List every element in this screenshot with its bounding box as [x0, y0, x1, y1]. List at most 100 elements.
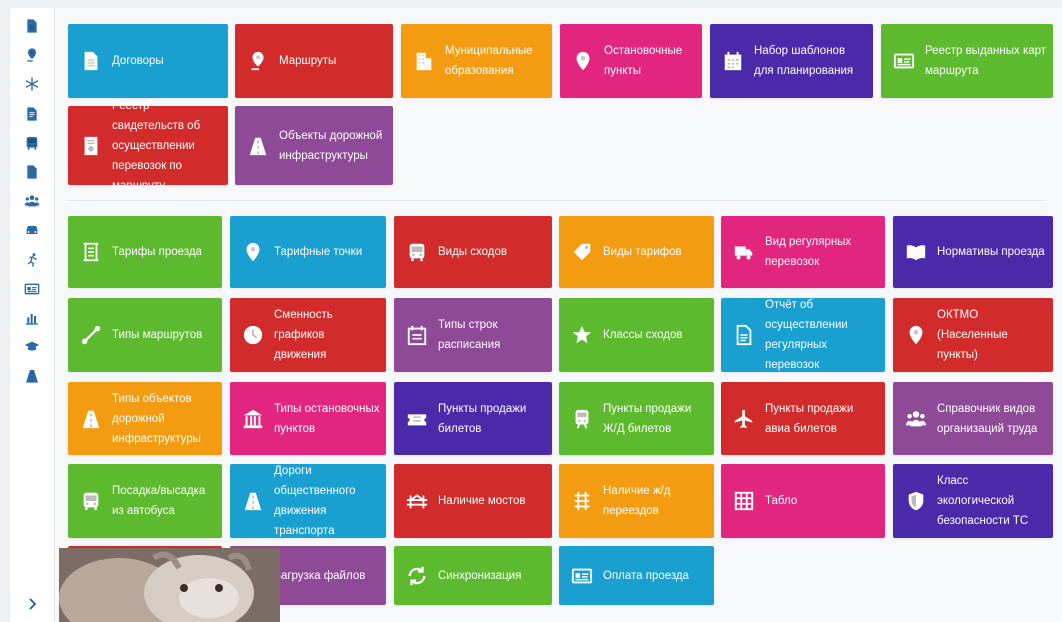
- tile-11[interactable]: Отчёт об осуществлении регулярных перево…: [721, 298, 885, 372]
- tile-label: Договоры: [112, 55, 164, 67]
- tile-label: Наличие мостов: [438, 495, 526, 507]
- tag-icon: [570, 238, 594, 266]
- id-card-icon[interactable]: [22, 279, 42, 299]
- tile-6[interactable]: Нормативы проезда: [893, 216, 1053, 288]
- calendar-list-icon: [405, 321, 429, 349]
- tile-label: Реестр свидетельств об осуществлении пер…: [112, 99, 201, 192]
- tile-12[interactable]: ОКТМО (Населенные пункты): [893, 298, 1053, 372]
- road-icon: [241, 487, 265, 515]
- tile-17[interactable]: Пункты продажи авиа билетов: [721, 382, 885, 455]
- bus-icon[interactable]: [22, 133, 42, 153]
- tile-24[interactable]: Класс экологической безопасности ТС: [893, 464, 1053, 538]
- tile-3[interactable]: Виды сходов: [394, 216, 552, 288]
- tile-label: Классы сходов: [603, 329, 683, 341]
- railway-icon: [570, 487, 594, 515]
- list-document-icon[interactable]: [22, 104, 42, 124]
- id-card-icon: [570, 562, 594, 590]
- grid-icon: [732, 487, 756, 515]
- tile-1[interactable]: Договоры: [68, 24, 228, 98]
- tile-label: Остановочные пункты: [604, 45, 683, 77]
- tile-1[interactable]: Тарифы проезда: [68, 216, 222, 288]
- tile-23[interactable]: Табло: [721, 464, 885, 538]
- tile-label: Табло: [765, 495, 798, 507]
- graduation-cap-icon[interactable]: [22, 337, 42, 357]
- building-icon: [412, 47, 436, 75]
- tile-label: Муниципальные образования: [445, 45, 533, 77]
- tile-4[interactable]: Виды тарифов: [559, 216, 714, 288]
- tile-5[interactable]: Набор шаблонов для планирования: [710, 24, 873, 98]
- tile-label: Посадка/высадка из автобуса: [112, 485, 206, 517]
- tile-label: ОКТМО (Населенные пункты): [937, 309, 1008, 361]
- runner-icon[interactable]: [22, 250, 42, 270]
- tile-16[interactable]: Пункты продажи Ж/Д билетов: [559, 382, 714, 455]
- tile-8[interactable]: Объекты дорожной инфраструктуры: [235, 106, 393, 185]
- book-icon: [904, 238, 928, 266]
- users-icon: [904, 405, 928, 433]
- tile-14[interactable]: Типы остановочных пунктов: [230, 382, 386, 455]
- bar-chart-icon[interactable]: [22, 308, 42, 328]
- tile-19[interactable]: Посадка/высадка из автобуса: [68, 464, 222, 538]
- tile-20[interactable]: Дороги общественного движения транспорта: [230, 464, 386, 538]
- tile-10[interactable]: Классы сходов: [559, 298, 714, 372]
- bus-icon: [405, 238, 429, 266]
- tile-label: Типы остановочных пунктов: [274, 402, 380, 435]
- tile-7[interactable]: Реестр свидетельств об осуществлении пер…: [68, 100, 228, 192]
- road-icon[interactable]: [22, 366, 42, 386]
- road-icon: [79, 405, 103, 433]
- tile-label: Оплата проезда: [603, 569, 690, 582]
- tile-8[interactable]: Сменность графиков движения: [230, 298, 386, 372]
- tile-label: Нормативы проезда: [937, 246, 1045, 258]
- car-icon[interactable]: [22, 220, 42, 240]
- tile-label: Пункты продажи авиа билетов: [765, 402, 854, 435]
- bus-icon: [79, 487, 103, 515]
- chevron-right-icon[interactable]: [24, 596, 40, 612]
- tile-label: Реестр выданных карт маршрута: [925, 45, 1047, 77]
- tile-label: Справочник видов организаций труда: [937, 402, 1038, 435]
- document-icon[interactable]: [22, 16, 42, 36]
- tile-27[interactable]: Синхронизация: [394, 546, 552, 605]
- tile-5[interactable]: Вид регулярных перевозок: [721, 216, 885, 288]
- snowflake-icon[interactable]: [22, 74, 42, 94]
- users-icon[interactable]: [22, 191, 42, 211]
- tile-label: Набор шаблонов для планирования: [754, 45, 854, 77]
- map-marker-icon: [571, 47, 595, 75]
- tile-7[interactable]: Типы маршрутов: [68, 298, 222, 372]
- tile-3[interactable]: Муниципальные образования: [401, 24, 552, 98]
- tile-2[interactable]: Тарифные точки: [230, 216, 386, 288]
- video-thumbnail: [59, 548, 280, 622]
- road-icon: [246, 132, 270, 160]
- plane-icon: [732, 405, 756, 433]
- route-line-icon: [79, 321, 103, 349]
- tile-label: Типы маршрутов: [112, 329, 203, 341]
- tile-label: Наличие ж/д переездов: [603, 485, 671, 517]
- tile-28[interactable]: Оплата проезда: [559, 546, 714, 605]
- tile-2[interactable]: Маршруты: [235, 24, 393, 98]
- tile-label: Отчёт об осуществлении регулярных перево…: [765, 299, 848, 371]
- tile-22[interactable]: Наличие ж/д переездов: [559, 464, 714, 538]
- document-icon: [79, 47, 103, 75]
- tile-label: Маршруты: [279, 55, 337, 67]
- tile-18[interactable]: Справочник видов организаций труда: [893, 382, 1053, 455]
- tile-9[interactable]: Типы строк расписания: [394, 298, 552, 372]
- tile-label: Объекты дорожной инфраструктуры: [279, 129, 383, 162]
- tile-label: Дороги общественного движения транспорта: [274, 465, 356, 537]
- tile-label: Тарифы проезда: [112, 246, 202, 258]
- tile-13[interactable]: Типы объектов дорожной инфраструктуры: [68, 382, 222, 455]
- shield-icon: [904, 487, 928, 515]
- tile-label: Синхронизация: [438, 569, 522, 582]
- tile-4[interactable]: Остановочные пункты: [560, 24, 702, 98]
- tile-label: Типы объектов дорожной инфраструктуры: [112, 392, 201, 445]
- map-marker-icon: [241, 238, 265, 266]
- tile-15[interactable]: Пункты продажи билетов: [394, 382, 552, 455]
- main-content: Договоры Маршруты Муниципальные образовани…: [55, 8, 1062, 622]
- tile-6[interactable]: Реестр выданных карт маршрута: [881, 24, 1053, 98]
- tile-label: Типы строк расписания: [438, 319, 501, 351]
- file-icon[interactable]: [22, 162, 42, 182]
- route-icon[interactable]: [22, 45, 42, 65]
- tile-label: Пункты продажи Ж/Д билетов: [603, 402, 692, 435]
- section-divider: [68, 200, 1044, 201]
- tile-label: Виды сходов: [438, 246, 507, 258]
- tile-21[interactable]: Наличие мостов: [394, 464, 552, 538]
- id-card-icon: [892, 47, 916, 75]
- tile-label: Загрузка файлов: [274, 569, 366, 582]
